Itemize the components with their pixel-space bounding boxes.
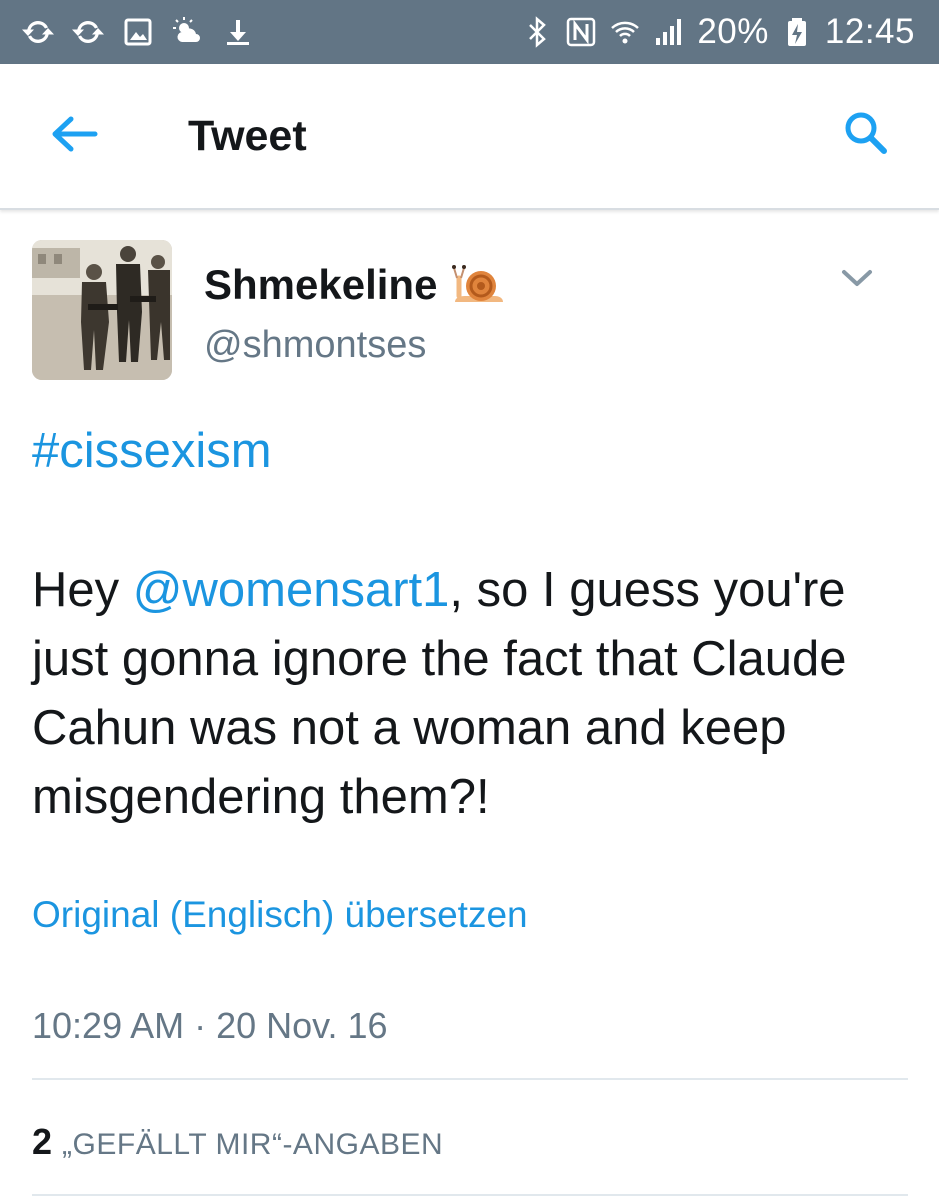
sync-icon bbox=[72, 16, 104, 48]
status-bar-system: 20% 12:45 bbox=[521, 8, 915, 56]
battery-percent: 20% bbox=[697, 12, 769, 51]
author-display-name[interactable]: Shmekeline bbox=[204, 258, 505, 312]
snail-emoji-icon bbox=[451, 262, 505, 308]
arrow-left-icon bbox=[49, 114, 99, 159]
author-handle[interactable]: @shmontses bbox=[204, 320, 426, 370]
status-bar: 20% 12:45 bbox=[0, 0, 939, 64]
bluetooth-icon bbox=[521, 16, 553, 48]
search-icon bbox=[841, 108, 889, 161]
status-bar-notifications bbox=[22, 12, 254, 52]
app-bar: Tweet bbox=[0, 64, 939, 210]
divider bbox=[32, 1078, 908, 1080]
likes-label: „GEFÄLLT MIR“-ANGABEN bbox=[62, 1128, 444, 1161]
download-icon bbox=[222, 16, 254, 48]
hashtag-link[interactable]: #cissexism bbox=[32, 420, 272, 482]
weather-icon bbox=[172, 16, 204, 48]
author-name-text: Shmekeline bbox=[204, 261, 438, 308]
wifi-icon bbox=[609, 16, 641, 48]
battery-charging-icon bbox=[781, 16, 813, 48]
avatar[interactable] bbox=[32, 240, 172, 380]
translate-link[interactable]: Original (Englisch) übersetzen bbox=[32, 890, 528, 940]
signal-icon bbox=[653, 16, 685, 48]
nfc-icon bbox=[565, 16, 597, 48]
likes-count: 2 bbox=[32, 1121, 53, 1162]
page-title: Tweet bbox=[188, 112, 307, 160]
tweet-timestamp: 10:29 AM · 20 Nov. 16 bbox=[32, 1005, 388, 1046]
tweet-text: Hey @womensart1, so I guess you're just … bbox=[32, 556, 912, 832]
mention-link[interactable]: @womensart1 bbox=[133, 563, 450, 617]
avatar-photo bbox=[32, 240, 172, 380]
tweet-text-before-mention: Hey bbox=[32, 563, 133, 617]
clock: 12:45 bbox=[824, 12, 915, 51]
divider bbox=[32, 1194, 908, 1196]
sync-icon bbox=[22, 16, 54, 48]
likes-button[interactable]: 2 „GEFÄLLT MIR“-ANGABEN bbox=[32, 1118, 443, 1169]
search-button[interactable] bbox=[837, 106, 893, 162]
tweet-menu-button[interactable] bbox=[837, 262, 877, 298]
back-button[interactable] bbox=[46, 108, 102, 164]
image-icon bbox=[122, 16, 154, 48]
chevron-down-icon bbox=[840, 267, 874, 294]
